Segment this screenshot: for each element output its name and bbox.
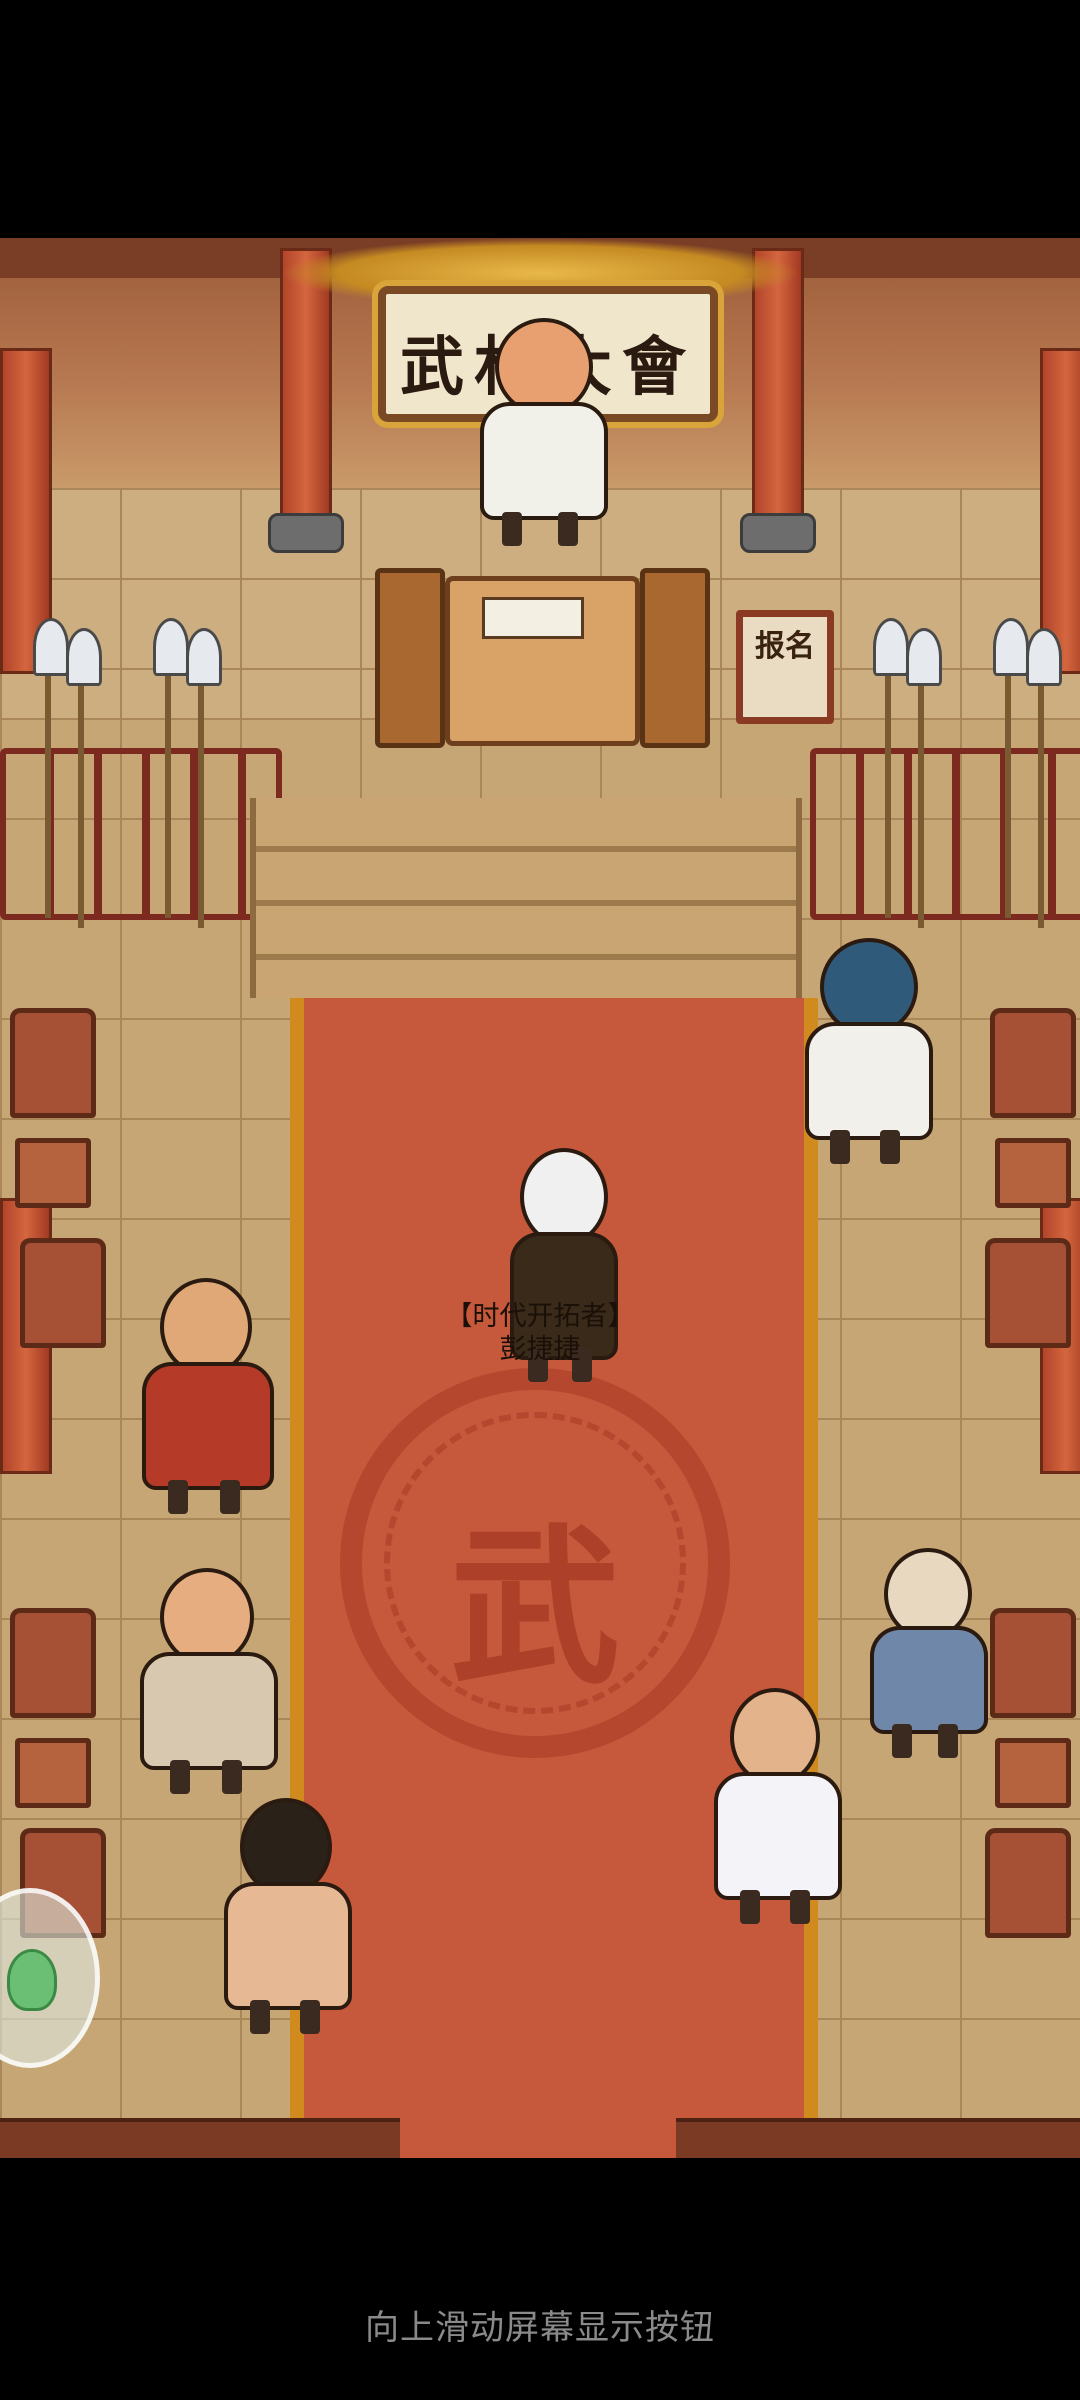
spear-icon [993, 618, 1029, 918]
npc-prayer-bead-monk[interactable] [130, 1278, 280, 1518]
npc-body [480, 402, 608, 520]
chair [10, 1608, 96, 1718]
game-scene[interactable]: 武林大會 报名 武 [0, 238, 1080, 2158]
npc-old-sweeper-monk[interactable] [860, 1548, 990, 1758]
npc-blue-haired-brute[interactable] [790, 938, 940, 1168]
pillar-base [268, 513, 344, 553]
emblem-char: 武 [449, 1508, 620, 1708]
spear-icon [66, 628, 102, 928]
npc-white-robed-swordsman[interactable] [700, 1688, 850, 1928]
npc-body [714, 1772, 842, 1900]
chair [985, 1238, 1071, 1348]
side-table [15, 1738, 91, 1808]
side-table [15, 1138, 91, 1208]
npc-body [805, 1022, 933, 1140]
pillar-base [740, 513, 816, 553]
stairs [250, 798, 802, 998]
spear-icon [33, 618, 69, 918]
npc-announcer[interactable] [440, 318, 640, 548]
npc-long-haired-swordsman[interactable] [210, 1798, 360, 2038]
ledge-right [676, 2118, 1080, 2158]
chair [20, 1238, 106, 1348]
spear-icon [153, 618, 189, 918]
ledge-left [0, 2118, 400, 2158]
desk-paper [482, 597, 584, 639]
swipe-hint: 向上滑动屏幕显示按钮 [365, 2308, 715, 2348]
weapon-rack-left [0, 748, 282, 920]
spear-icon [906, 628, 942, 928]
npc-body [140, 1652, 278, 1770]
registration-desk[interactable] [445, 576, 640, 746]
wu-emblem: 武 [340, 1368, 730, 1758]
npc-body [224, 1882, 352, 2010]
player-title: 【时代开拓者】 [445, 1301, 635, 1332]
registration-text: 报名 [755, 629, 815, 664]
npc-body [142, 1362, 274, 1490]
npc-body [870, 1626, 988, 1734]
side-table [995, 1138, 1071, 1208]
side-table [995, 1738, 1071, 1808]
spear-icon [1026, 628, 1062, 928]
chair [10, 1008, 96, 1118]
chair [990, 1608, 1076, 1718]
npc-topknot-fighter[interactable] [130, 1568, 280, 1798]
chair [985, 1828, 1071, 1938]
chair [990, 1008, 1076, 1118]
assistant-icon [7, 1949, 57, 2011]
desk-side-left [375, 568, 445, 748]
spear-icon [873, 618, 909, 918]
player-name: 彭捷捷 [499, 1334, 581, 1365]
desk-side-right [640, 568, 710, 748]
registration-board[interactable]: 报名 [736, 610, 834, 724]
pillar [1040, 348, 1080, 674]
spear-icon [186, 628, 222, 928]
